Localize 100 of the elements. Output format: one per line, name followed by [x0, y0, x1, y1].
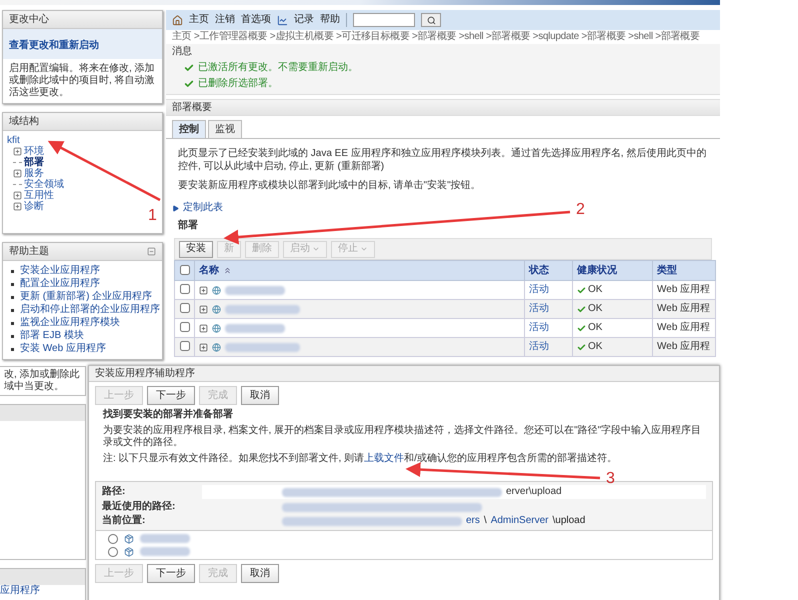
toolbar-link[interactable]: 记录	[294, 14, 314, 26]
search-field[interactable]	[353, 13, 415, 27]
wizard-button[interactable]: 下一步	[147, 386, 195, 405]
wizard-heading: 找到要安装的部署并准备部署	[103, 409, 233, 421]
globe-icon	[212, 304, 221, 314]
search-button[interactable]	[421, 13, 441, 27]
status-text: 活动	[529, 284, 549, 295]
wizard-button[interactable]: 取消	[241, 386, 279, 405]
help-link[interactable]: 更新 (重新部署) 企业应用程序	[20, 291, 152, 303]
description-text: 此页显示了已经安装到此域的 Java EE 应用程序和独立应用程序模块列表。通过首先选择应用程序名, 然后使用此页中的控件, 可以从此域中启动, 停止, 更新 (重新部署)	[178, 147, 708, 173]
annotation-number: 3	[606, 470, 615, 487]
tree-item[interactable]: 部署	[24, 158, 44, 168]
help-link[interactable]: 部署 EJB 模块	[20, 330, 84, 342]
help-link[interactable]: 启动和停止部署的企业应用程序	[20, 304, 160, 316]
help-link[interactable]: 安装 Web 应用程序	[20, 343, 106, 355]
caret-icon	[312, 245, 320, 253]
toolbar-link[interactable]: 注销	[215, 14, 235, 26]
collapse-icon[interactable]	[147, 247, 156, 256]
check-icon	[577, 286, 586, 294]
wizard-button[interactable]: 取消	[241, 564, 279, 583]
package-icon	[124, 546, 134, 556]
row-checkbox[interactable]	[180, 341, 190, 352]
tree-item[interactable]: 服务	[24, 168, 44, 178]
type-text: Web 应用程	[657, 284, 710, 295]
health-text: OK	[588, 322, 602, 334]
tree-item[interactable]: 诊断	[24, 202, 44, 212]
toolbar-link[interactable]: 首选项	[241, 14, 271, 26]
chart-icon	[277, 14, 288, 26]
sort-icon[interactable]	[223, 266, 232, 275]
toolbar-link[interactable]: 帮助	[320, 14, 340, 26]
wizard-button[interactable]: 下一步	[147, 564, 195, 583]
message-text: 已删除所选部署。	[198, 78, 278, 90]
bullet-icon	[11, 308, 14, 312]
action-button[interactable]: 安装	[179, 240, 213, 258]
expand-icon[interactable]	[13, 169, 22, 178]
type-text: Web 应用程	[657, 303, 710, 314]
status-text: 活动	[529, 341, 549, 352]
annotation-number: 1	[148, 207, 157, 224]
panel-title: 帮助主题	[9, 246, 49, 258]
tree-line	[13, 162, 22, 163]
toolbar-link[interactable]: 主页	[189, 14, 209, 26]
column-header[interactable]: 名称	[199, 264, 219, 276]
package-icon	[124, 534, 134, 544]
bullet-icon	[11, 282, 14, 286]
path-field[interactable]: erver\upload	[202, 485, 706, 499]
expand-icon[interactable]	[199, 304, 208, 314]
tree-item[interactable]: 安全领域	[24, 180, 64, 190]
blurred-text	[225, 286, 285, 294]
select-all-checkbox[interactable]	[180, 264, 190, 275]
messages-title: 消息	[172, 46, 193, 58]
expand-icon[interactable]	[199, 342, 208, 352]
message-text: 已激活所有更改。不需要重新启动。	[198, 62, 358, 74]
column-header[interactable]: 类型	[657, 264, 677, 276]
health-text: OK	[588, 341, 602, 353]
globe-icon	[212, 286, 221, 294]
tree-item[interactable]: kfit	[7, 136, 20, 146]
tree-item[interactable]: 互用性	[24, 190, 54, 200]
tab[interactable]: 控制	[172, 120, 206, 138]
expand-icon[interactable]	[13, 147, 22, 156]
expand-icon[interactable]	[199, 286, 208, 294]
help-link[interactable]: 配置企业应用程序	[20, 278, 100, 290]
annotation-number: 2	[576, 201, 585, 218]
section-title: 部署概要	[172, 102, 212, 114]
health-text: OK	[588, 303, 602, 315]
expand-icon[interactable]	[13, 191, 22, 200]
row-checkbox[interactable]	[180, 303, 190, 314]
help-link[interactable]: 监视企业应用程序模块	[20, 317, 120, 329]
bullet-icon	[11, 322, 14, 324]
description-text: 要安装新应用程序或模块以部署到此域中的目标, 请单击"安装"按钮。	[178, 179, 482, 192]
bullet-icon	[11, 270, 14, 272]
check-icon	[577, 324, 586, 332]
help-link[interactable]: 应用程序	[0, 585, 85, 597]
location-radio[interactable]	[108, 534, 118, 544]
field-label: 最近使用的路径:	[102, 501, 176, 513]
status-text: 活动	[529, 322, 549, 333]
row-checkbox[interactable]	[180, 322, 190, 332]
tree-item[interactable]: 环境	[24, 146, 44, 156]
row-checkbox[interactable]	[180, 284, 190, 294]
type-text: Web 应用程	[657, 341, 710, 352]
type-text: Web 应用程	[657, 322, 710, 333]
upload-file-link[interactable]: 上载文件	[364, 453, 404, 464]
status-text: 活动	[529, 303, 549, 314]
field-label: 路径:	[102, 486, 126, 498]
bullet-icon	[11, 348, 14, 350]
check-icon	[577, 342, 586, 352]
path-link[interactable]: AdminServer	[490, 515, 548, 527]
expand-icon[interactable]	[199, 324, 208, 332]
triangle-icon[interactable]	[172, 204, 179, 212]
caret-icon	[360, 245, 368, 253]
wizard-description: 为要安装的应用程序根目录, 档案文件, 展开的档案目录或应用程序模块描述符，选择文件路径。您还可以在"路径"字段中输入应用程序目录或文件的路径。	[103, 425, 702, 449]
breadcrumb: 主页 >工作管理器概要 >虚拟主机概要 >可迁移目标概要 >部署概要 >shell >部署概要 >sqlupdate >部署概要 >shell >部署概要	[171, 30, 701, 44]
help-link[interactable]: 安装企业应用程序	[20, 265, 100, 277]
expand-icon[interactable]	[13, 202, 22, 211]
tab[interactable]: 监视	[208, 120, 242, 138]
path-link[interactable]: ers	[466, 515, 480, 527]
globe-icon	[212, 342, 221, 352]
location-radio[interactable]	[108, 546, 118, 556]
customize-table-link[interactable]: 定制此表	[183, 202, 223, 214]
bullet-icon	[11, 334, 14, 338]
panel-title: 域结构	[9, 116, 39, 128]
